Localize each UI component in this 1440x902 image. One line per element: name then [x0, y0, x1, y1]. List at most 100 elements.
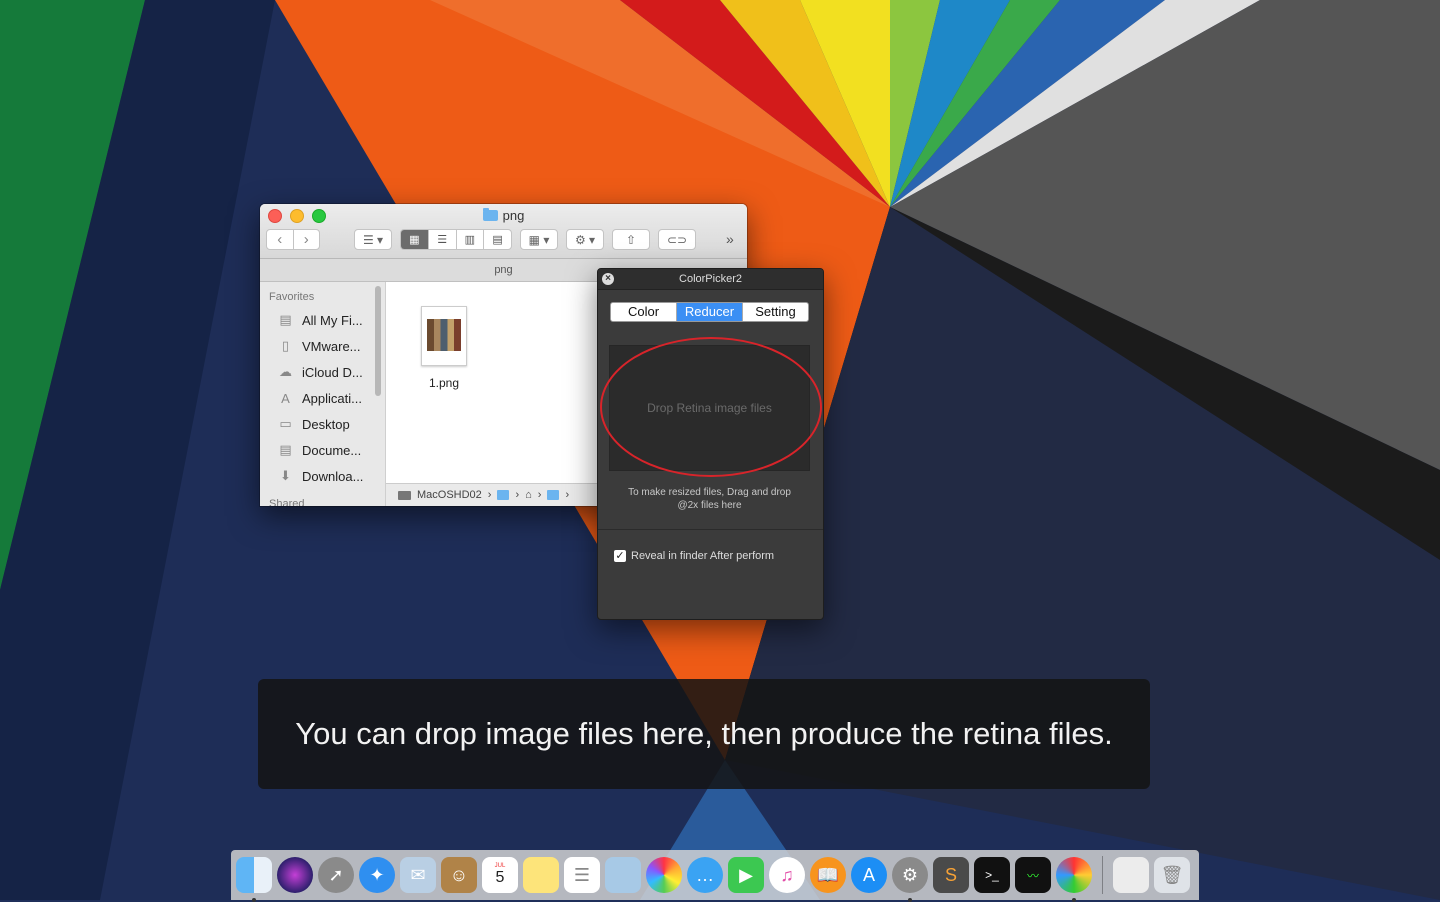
close-icon[interactable]: × [602, 273, 614, 285]
sidebar-item-vmware[interactable]: ▯ VMware... [260, 333, 385, 359]
sidebar-item-label: All My Fi... [302, 312, 363, 328]
activity-monitor-icon[interactable]: 〰 [1015, 857, 1051, 893]
sidebar-item-label: VMware... [302, 338, 361, 354]
share-icon: ⇧ [625, 232, 637, 247]
calendar-day: 5 [495, 869, 505, 886]
reminders-icon[interactable]: ☰ [564, 857, 600, 893]
view-mode-control: ▦ ☰ ▥ ▤ [400, 229, 512, 250]
facetime-icon[interactable]: ▶ [728, 857, 764, 893]
home-icon[interactable]: ⌂ [525, 489, 532, 501]
divider [598, 529, 823, 530]
sidebar-item-downloads[interactable]: ⬇ Downloa... [260, 463, 385, 489]
share-button[interactable]: ⇧ [612, 229, 650, 250]
trash-icon[interactable]: 🗑 [1154, 857, 1190, 893]
sidebar-item-icloud[interactable]: ☁ iCloud D... [260, 359, 385, 385]
finder-sidebar: Favorites ▤ All My Fi... ▯ VMware... ☁ iClo… [260, 282, 386, 506]
arrange-icon: ☰ ▾ [362, 232, 384, 247]
sublime-text-icon[interactable]: S [933, 857, 969, 893]
cover-flow-button[interactable]: ▤ [483, 230, 511, 249]
chevron-right-icon: › [515, 489, 520, 501]
forward-button[interactable]: › [292, 230, 320, 249]
sidebar-item-all-my-files[interactable]: ▤ All My Fi... [260, 307, 385, 333]
messages-icon[interactable]: … [687, 857, 723, 893]
photos-icon[interactable] [646, 857, 682, 893]
window-title-text: png [502, 208, 525, 223]
colorpicker-icon[interactable] [1056, 857, 1092, 902]
terminal-icon[interactable]: >_ [974, 857, 1010, 893]
tab-reducer[interactable]: Reducer [676, 303, 742, 321]
panel-title: ColorPicker2 [679, 273, 742, 285]
documents-icon: ▤ [279, 442, 292, 457]
sidebar-item-label: Applicati... [302, 390, 362, 406]
contacts-icon[interactable]: ☺ [441, 857, 477, 893]
panel-titlebar[interactable]: × ColorPicker2 [598, 269, 823, 290]
caption-text: You can drop image files here, then prod… [295, 716, 1113, 751]
action-button[interactable]: ⚙ ▾ [566, 229, 604, 250]
tab-color[interactable]: Color [611, 303, 676, 321]
launchpad-icon[interactable]: ➚ [318, 857, 354, 893]
chevron-right-icon: › [487, 489, 492, 501]
chevron-right-icon: › [537, 489, 542, 501]
file-thumbnail [421, 306, 467, 366]
column-view-button[interactable]: ▥ [455, 230, 484, 249]
sidebar-item-label: Docume... [302, 442, 362, 458]
arrange-button[interactable]: ☰ ▾ [354, 229, 392, 250]
system-preferences-icon[interactable]: ⚙ [892, 857, 928, 902]
file-name: 1.png [428, 376, 460, 390]
desktop-icon: ▭ [279, 416, 292, 431]
back-button[interactable]: ‹ [267, 230, 293, 249]
siri-icon[interactable] [277, 857, 313, 893]
sidebar-header-favorites: Favorites [269, 291, 315, 303]
cloud-icon: ☁ [279, 364, 292, 379]
tab-setting[interactable]: Setting [742, 303, 808, 321]
checkmark-icon[interactable]: ✓ [614, 550, 626, 562]
folder-icon[interactable] [497, 490, 510, 500]
tab-bar: Color Reducer Setting [610, 302, 809, 322]
highlight-ellipse [600, 337, 822, 477]
tag-icon: ⊂⊃ [666, 232, 688, 247]
tags-button[interactable]: ⊂⊃ [658, 229, 696, 250]
folder-icon [482, 208, 498, 221]
folder-icon[interactable] [547, 490, 560, 500]
finder-titlebar[interactable]: png ‹ › ☰ ▾ ▦ ☰ ▥ ▤ ▦ ▾ ⚙ ▾ ⇧ ⊂⊃ » [260, 204, 747, 259]
safari-icon[interactable]: ✦ [359, 857, 395, 893]
sidebar-item-applications[interactable]: A Applicati... [260, 385, 385, 411]
icon-view-button[interactable]: ▦ [401, 230, 428, 249]
hint-line: @2x files here [677, 500, 742, 511]
document-icon: ▯ [281, 338, 290, 353]
applications-icon: A [281, 390, 290, 406]
sidebar-item-label: Desktop [302, 416, 350, 432]
finder-icon[interactable] [236, 857, 272, 902]
sidebar-scrollbar[interactable] [375, 286, 381, 396]
list-view-button[interactable]: ☰ [427, 230, 456, 249]
calendar-icon[interactable]: JUL 5 [482, 857, 518, 893]
downloads-icon: ⬇ [280, 468, 291, 483]
itunes-icon[interactable]: ♫ [769, 857, 805, 893]
app-store-icon[interactable]: A [851, 857, 887, 893]
colorpicker-panel: × ColorPicker2 Color Reducer Setting Dro… [597, 268, 824, 620]
dock: ➚ ✦ ✉ ☺ JUL 5 ☰ … ▶ ♫ 📖 A ⚙ S >_ 〰 🗑 [231, 850, 1199, 902]
back-forward-control: ‹ › [266, 229, 320, 250]
path-bar-disk[interactable]: MacOSHD02 [417, 489, 482, 501]
sidebar-item-label: iCloud D... [302, 364, 363, 380]
grid-icon: ▦ ▾ [528, 232, 550, 247]
notes-icon[interactable] [523, 857, 559, 893]
gear-icon: ⚙ ▾ [574, 232, 596, 247]
group-button[interactable]: ▦ ▾ [520, 229, 558, 250]
ibooks-icon[interactable]: 📖 [810, 857, 846, 893]
sidebar-item-label: Downloa... [302, 468, 364, 484]
reveal-in-finder-checkbox[interactable]: ✓ Reveal in finder After perform [614, 550, 774, 562]
caption-overlay: You can drop image files here, then prod… [258, 679, 1150, 789]
window-title: png [260, 208, 747, 223]
sidebar-item-desktop[interactable]: ▭ Desktop [260, 411, 385, 437]
dock-separator [1102, 856, 1103, 894]
drop-hint: To make resized files, Drag and drop @2x… [612, 486, 807, 512]
disk-icon [398, 490, 411, 500]
downloads-stack-icon[interactable] [1113, 857, 1149, 893]
toolbar-overflow-icon[interactable]: » [726, 231, 734, 247]
file-item[interactable]: 1.png [418, 306, 470, 390]
mail-icon[interactable]: ✉ [400, 857, 436, 893]
sidebar-item-documents[interactable]: ▤ Docume... [260, 437, 385, 463]
preview-icon[interactable] [605, 857, 641, 893]
hint-line: To make resized files, Drag and drop [628, 487, 791, 498]
